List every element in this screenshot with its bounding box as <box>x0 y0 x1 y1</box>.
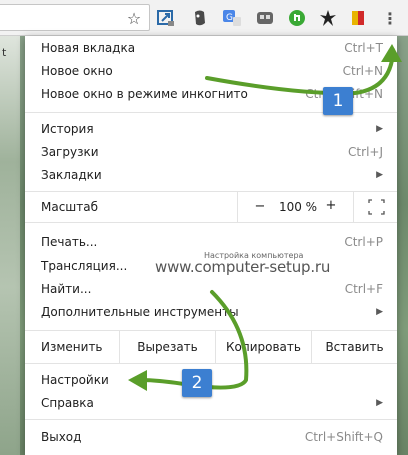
menu-item-label: Трансляция... <box>41 258 128 273</box>
menu-separator <box>25 222 397 223</box>
menu-icon[interactable]: ⋮ <box>380 8 400 28</box>
zoom-controls: − 100 % + <box>237 192 398 222</box>
cut-button[interactable]: Вырезать <box>119 331 215 363</box>
screenshot-icon[interactable] <box>156 8 176 28</box>
menu-item-label: Дополнительные инструменты <box>41 304 239 319</box>
page-text-fragment: t <box>2 46 7 59</box>
zoom-out-button[interactable]: − <box>253 199 267 214</box>
menu-item-label: Закладки <box>41 167 102 182</box>
page-content-edge: t <box>0 36 20 455</box>
menu-item-label: Новое окно <box>41 63 113 78</box>
zoom-in-button[interactable]: + <box>324 198 338 213</box>
menu-separator <box>25 363 397 364</box>
submenu-arrow-icon: ▶ <box>376 123 383 134</box>
fullscreen-button[interactable] <box>353 192 399 222</box>
menu-item-history[interactable]: История ▶ <box>25 117 397 140</box>
vpn-icon[interactable] <box>255 8 275 28</box>
menu-item-more-tools[interactable]: Дополнительные инструменты ▶ <box>25 300 397 323</box>
menu-item-find[interactable]: Найти... Ctrl+F <box>25 277 397 300</box>
menu-item-shortcut: Ctrl+Shift+Q <box>304 429 383 444</box>
zoom-label: Масштаб <box>41 200 99 214</box>
menu-item-label: Выход <box>41 429 82 444</box>
menu-item-label: Новая вкладка <box>41 40 136 55</box>
menu-item-shortcut: Ctrl+N <box>342 63 383 78</box>
menu-item-shortcut: Ctrl+J <box>348 144 383 159</box>
browser-toolbar: ☆ G ⋮ <box>0 0 408 36</box>
menu-item-shortcut: Ctrl+F <box>344 281 383 296</box>
menu-item-downloads[interactable]: Загрузки Ctrl+J <box>25 140 397 163</box>
menu-separator <box>25 419 397 420</box>
menu-item-bookmarks[interactable]: Закладки ▶ <box>25 163 397 186</box>
menu-item-new-window[interactable]: Новое окно Ctrl+N <box>25 59 397 82</box>
svg-text:G: G <box>226 13 233 23</box>
edit-row: Изменить Вырезать Копировать Вставить <box>25 331 397 363</box>
step-badge-2: 2 <box>182 369 212 397</box>
submenu-arrow-icon: ▶ <box>376 397 383 408</box>
menu-item-label: Загрузки <box>41 144 99 159</box>
zoom-value: 100 % <box>278 200 318 214</box>
menu-item-label: Найти... <box>41 281 92 296</box>
menu-item-shortcut: Ctrl+P <box>344 234 383 249</box>
ninja-icon[interactable] <box>318 8 338 28</box>
menu-item-label: История <box>41 121 94 136</box>
menu-item-label: Настройки <box>41 372 109 387</box>
edit-label: Изменить <box>41 340 103 354</box>
submenu-arrow-icon: ▶ <box>376 169 383 180</box>
menu-item-new-tab[interactable]: Новая вкладка Ctrl+T <box>25 36 397 59</box>
menu-item-print[interactable]: Печать... Ctrl+P <box>25 230 397 253</box>
menu-item-exit[interactable]: Выход Ctrl+Shift+Q <box>25 425 397 448</box>
menu-item-label: Новое окно в режиме инкогнито <box>41 86 248 101</box>
step-badge-1: 1 <box>323 87 353 115</box>
menu-item-label: Печать... <box>41 234 98 249</box>
watermark-url: www.computer-setup.ru <box>155 258 331 276</box>
paste-button[interactable]: Вставить <box>311 331 397 363</box>
translate-icon[interactable]: G <box>222 8 242 28</box>
evernote-icon[interactable] <box>190 8 210 28</box>
zoom-row: Масштаб − 100 % + <box>25 192 397 222</box>
copy-button[interactable]: Копировать <box>215 331 311 363</box>
menu-item-shortcut: Ctrl+T <box>344 40 383 55</box>
submenu-arrow-icon: ▶ <box>376 306 383 317</box>
menu-item-label: Справка <box>41 395 94 410</box>
flag-icon[interactable] <box>348 8 368 28</box>
star-icon[interactable]: ☆ <box>124 8 144 28</box>
green-extension-icon[interactable] <box>287 8 307 28</box>
fullscreen-icon <box>368 199 385 215</box>
